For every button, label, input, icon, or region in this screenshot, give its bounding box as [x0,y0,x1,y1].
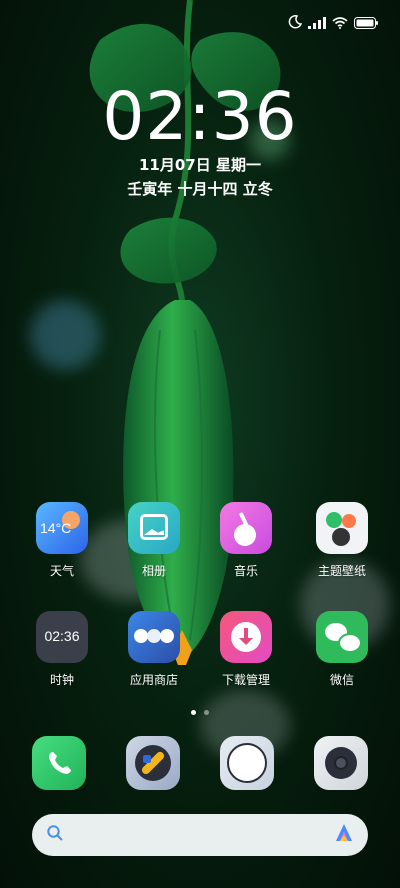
app-wechat[interactable]: 微信 [302,611,382,688]
search-icon [46,824,64,846]
music-icon [220,502,272,554]
app-label: 相册 [141,564,166,578]
clock-icon: 02:36 [36,611,88,663]
home-screen: 02:36 11月07日 星期一 壬寅年 十月十四 立冬 14°C 天气 相册 … [0,0,400,888]
app-label: 主题壁纸 [317,564,366,578]
browser-icon [135,745,171,781]
status-bar [288,14,378,33]
dock-camera[interactable] [314,736,368,790]
page-indicator[interactable] [0,710,400,715]
clock-icon-time: 02:36 [44,628,80,644]
lock-clock: 02:36 [102,78,298,155]
weather-temperature: 14°C [40,520,72,536]
battery-icon [354,14,378,33]
themes-icon [316,502,368,554]
downloads-icon [220,611,272,663]
app-label: 天气 [49,564,74,578]
dock-messages[interactable] [220,736,274,790]
assistant-icon[interactable] [334,823,354,847]
signal-icon [308,14,326,33]
app-weather[interactable]: 14°C 天气 [22,502,102,579]
app-label: 微信 [329,673,354,687]
app-label: 应用商店 [129,673,178,687]
app-music[interactable]: 音乐 [206,502,286,579]
app-label: 下载管理 [221,673,270,687]
weather-icon: 14°C [36,502,88,554]
app-label: 时钟 [49,673,74,687]
camera-icon [325,747,357,779]
app-store[interactable]: 应用商店 [114,611,194,688]
moon-icon [288,14,303,33]
app-downloads[interactable]: 下载管理 [206,611,286,688]
dock-phone[interactable] [32,736,86,790]
app-themes[interactable]: 主题壁纸 [302,502,382,579]
page-dot-active[interactable] [191,710,196,715]
messages-icon [227,743,267,783]
search-input[interactable] [72,826,326,844]
page-dot[interactable] [204,710,209,715]
app-store-icon [128,611,180,663]
app-gallery[interactable]: 相册 [114,502,194,579]
app-label: 音乐 [233,564,258,578]
lunar-date-text: 壬寅年 十月十四 立冬 [127,180,273,198]
gallery-icon [128,502,180,554]
search-bar[interactable] [32,814,368,856]
app-clock[interactable]: 02:36 时钟 [22,611,102,688]
phone-icon [47,750,73,780]
date-text: 11月07日 星期一 [139,156,261,174]
dock-browser[interactable] [126,736,180,790]
wifi-icon [332,14,348,33]
wechat-icon [316,611,368,663]
